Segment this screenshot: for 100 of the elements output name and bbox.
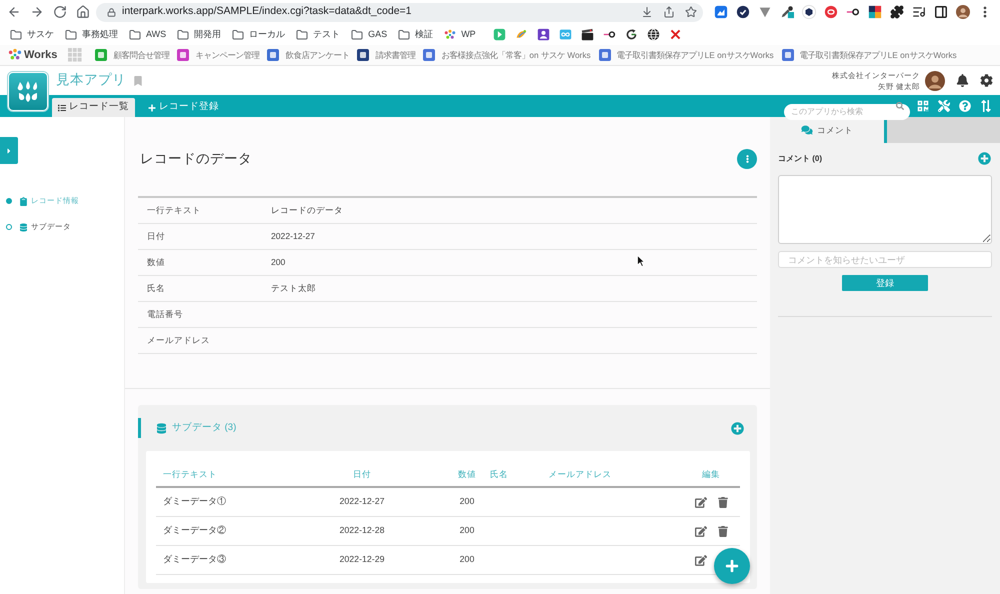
app-link[interactable]: 飲食店アンケート <box>267 48 350 62</box>
app-link[interactable]: お客様接点強化「常客」on サスケ Works <box>423 48 591 62</box>
dots-logo-icon <box>444 28 456 40</box>
swap-arrows-icon[interactable] <box>980 100 992 112</box>
play-tile-icon[interactable] <box>492 28 506 41</box>
app-tile-icon <box>782 49 794 61</box>
refresh-icon[interactable] <box>624 28 638 41</box>
search-field[interactable]: このアプリから検索 <box>784 104 910 120</box>
add-comment-icon[interactable] <box>978 152 991 165</box>
bookmark-link[interactable]: AWS <box>127 28 168 42</box>
table-cell-text: 200 <box>458 553 476 566</box>
list-icon <box>58 104 66 112</box>
lock-icon <box>107 8 116 16</box>
subdata-title: サブデータ (3) <box>172 420 236 435</box>
caret-icon <box>6 146 12 154</box>
app-link[interactable]: 顧客問合せ管理 <box>95 48 170 62</box>
app-tile-icon <box>357 49 370 61</box>
table-cell-text: ダミーデータ② <box>162 524 227 538</box>
app-tile-icon <box>177 49 190 61</box>
mouse-cursor-icon <box>637 255 645 267</box>
feather-icon[interactable] <box>514 28 528 41</box>
bookmark-link[interactable]: 検証 <box>396 28 436 42</box>
download-icon[interactable] <box>641 6 653 18</box>
bell-icon[interactable] <box>956 74 969 87</box>
column-header: 氏名 <box>489 468 509 481</box>
trash-icon[interactable] <box>718 496 728 508</box>
trash-icon[interactable] <box>718 526 728 536</box>
person-tile-icon[interactable] <box>536 28 550 41</box>
app-logo[interactable] <box>8 72 48 111</box>
app-link[interactable]: キャンペーン管理 <box>177 48 260 62</box>
comment-input-field[interactable] <box>778 175 992 244</box>
column-header: 一行テキスト <box>162 468 218 481</box>
bookmark-link[interactable]: ローカル <box>230 28 288 42</box>
tools-icon[interactable] <box>938 100 950 112</box>
works-logo[interactable]: Works <box>8 46 58 64</box>
back-icon[interactable] <box>7 5 21 19</box>
address-bar[interactable]: interpark.works.app/SAMPLE/index.cgi?task=data&dt_code=1 <box>96 2 703 22</box>
edit-icon[interactable] <box>694 496 706 508</box>
table-cell-text: 2022-12-29 <box>338 553 386 566</box>
app-tile-icon <box>267 49 280 61</box>
bookmark-link[interactable]: GAS <box>349 28 390 42</box>
field-value: テスト太郎 <box>271 282 316 295</box>
check-circle-icon[interactable] <box>736 5 750 19</box>
reload-icon[interactable] <box>53 5 67 19</box>
table-cell-text: 2022-12-27 <box>338 495 386 508</box>
avatar-icon[interactable] <box>925 70 945 90</box>
field-value: 200 <box>271 256 286 269</box>
ring-disc-icon[interactable] <box>824 5 838 19</box>
infinity-tile-icon[interactable] <box>558 28 572 41</box>
url-text: interpark.works.app/SAMPLE/index.cgi?task=data&dt_code=1 <box>122 4 412 20</box>
globe-icon[interactable] <box>646 28 660 41</box>
add-icon[interactable] <box>731 422 744 434</box>
comment-heading: コメント (0) <box>778 152 822 164</box>
database-icon <box>157 422 166 434</box>
folder-icon <box>10 28 22 40</box>
playlist-icon[interactable] <box>912 5 926 19</box>
app-link[interactable]: 電子取引書類保存アプリLE onサスケWorks <box>782 48 957 62</box>
column-header: 数値 <box>457 468 477 481</box>
forward-icon[interactable] <box>30 5 44 19</box>
edit-icon[interactable] <box>694 554 706 566</box>
settings-icon[interactable] <box>980 74 993 87</box>
dots-logo-icon <box>8 48 22 62</box>
share-icon[interactable] <box>663 6 675 18</box>
column-header: 編集 <box>701 468 721 481</box>
notify-user-field[interactable]: コメントを知らせたいユーザ <box>778 251 992 268</box>
qr-code-icon[interactable] <box>917 100 929 112</box>
field-label: 氏名 <box>147 282 166 295</box>
sidebar-toggle-button[interactable] <box>0 137 18 164</box>
star-icon[interactable] <box>685 6 697 18</box>
bookmark-link[interactable]: 事務処理 <box>63 28 120 42</box>
table-cell-text: 2022-12-28 <box>338 524 386 538</box>
help-icon[interactable] <box>959 100 971 112</box>
plus-icon <box>148 104 156 112</box>
app-link[interactable]: 電子取引書類保存アプリLE onサスケWorks <box>598 48 774 62</box>
avatar-icon[interactable] <box>956 5 970 19</box>
field-label: 日付 <box>147 230 166 243</box>
eyedropper-icon[interactable] <box>780 5 794 19</box>
clapper-icon[interactable] <box>580 28 594 41</box>
search-icon[interactable] <box>896 102 904 110</box>
x-mark-icon[interactable] <box>668 28 682 41</box>
bookmark-link[interactable]: WP <box>442 28 478 42</box>
more-options-button[interactable] <box>737 149 757 169</box>
bookmark-link[interactable]: テスト <box>294 28 342 42</box>
folder-icon <box>177 28 190 40</box>
image-tile-icon[interactable] <box>714 5 728 19</box>
database-icon <box>20 222 27 232</box>
puzzle-icon[interactable] <box>890 5 904 19</box>
bookmark-link[interactable]: サスケ <box>8 28 56 42</box>
nav-tab[interactable]: レコード一覧 <box>52 98 135 117</box>
plus-icon <box>725 559 739 573</box>
app-link[interactable]: 請求書管理 <box>357 48 416 62</box>
side-panel-icon[interactable] <box>934 5 948 19</box>
field-value: 2022-12-27 <box>271 230 315 243</box>
triangle-down-icon[interactable] <box>758 5 772 19</box>
column-header: 日付 <box>352 468 372 481</box>
edit-icon[interactable] <box>694 526 706 536</box>
folder-icon <box>296 28 308 40</box>
home-icon[interactable] <box>76 5 90 19</box>
pixel-tile-icon[interactable] <box>868 5 882 19</box>
bookmark-link[interactable]: 開発用 <box>175 28 224 42</box>
